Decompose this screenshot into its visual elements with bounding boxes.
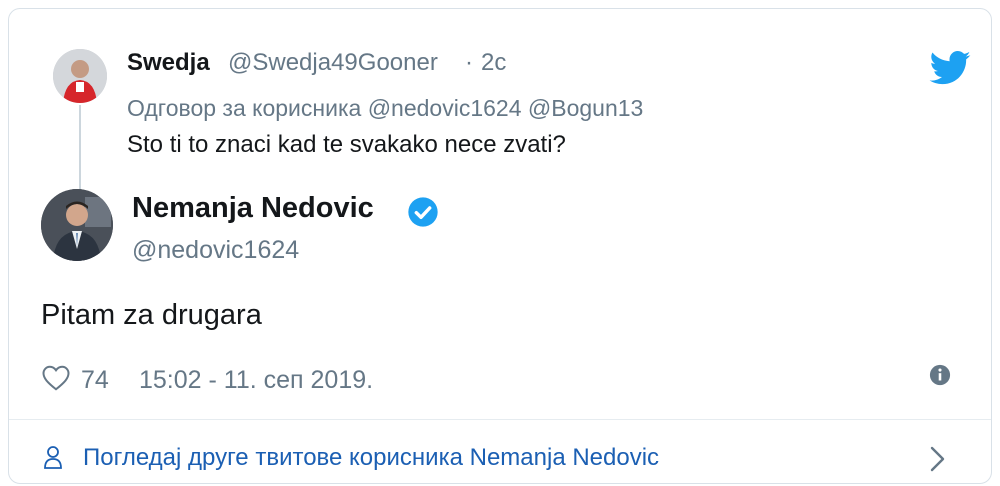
main-tweet-text: Pitam za drugara — [41, 299, 262, 331]
reply-time-ago[interactable]: 2с — [481, 49, 506, 77]
verified-badge-icon — [408, 197, 438, 227]
reply-author-name[interactable]: Swedja — [127, 49, 210, 77]
main-author-name[interactable]: Nemanja Nedovic — [132, 192, 374, 225]
main-author-handle[interactable]: @nedovic1624 — [132, 236, 299, 265]
reply-separator: · — [465, 49, 473, 76]
reply-author-handle[interactable]: @Swedja49Gooner — [228, 49, 438, 77]
reply-to-prefix: Одговор за корисника — [127, 95, 362, 121]
main-author-avatar[interactable] — [41, 189, 113, 261]
embedded-tweet-card: Swedja @Swedja49Gooner · 2с Одговор за к… — [8, 8, 992, 484]
reply-tweet-text: Sto ti to znaci kad te svakako nece zvat… — [127, 131, 566, 158]
person-icon — [44, 446, 62, 469]
tweet-timestamp[interactable]: 15:02 - 11. сеп 2019. — [139, 366, 373, 395]
like-count[interactable]: 74 — [81, 366, 109, 395]
reply-to-line: Одговор за корисника @nedovic1624 @Bogun… — [127, 95, 643, 122]
twitter-logo-icon[interactable] — [929, 51, 971, 85]
reply-author-avatar[interactable] — [53, 49, 107, 103]
avatar-image — [53, 49, 107, 103]
view-more-tweets-link[interactable]: Погледај друге твитове корисника Nemanja… — [9, 420, 991, 483]
chevron-right-icon[interactable] — [929, 445, 947, 473]
thread-connector-line — [79, 105, 81, 191]
reply-to-mentions[interactable]: @nedovic1624 @Bogun13 — [368, 95, 644, 121]
info-icon[interactable] — [929, 364, 951, 386]
view-more-tweets-text[interactable]: Погледај друге твитове корисника Nemanja… — [83, 444, 659, 472]
avatar-image — [41, 189, 113, 261]
heart-icon[interactable] — [41, 363, 71, 393]
